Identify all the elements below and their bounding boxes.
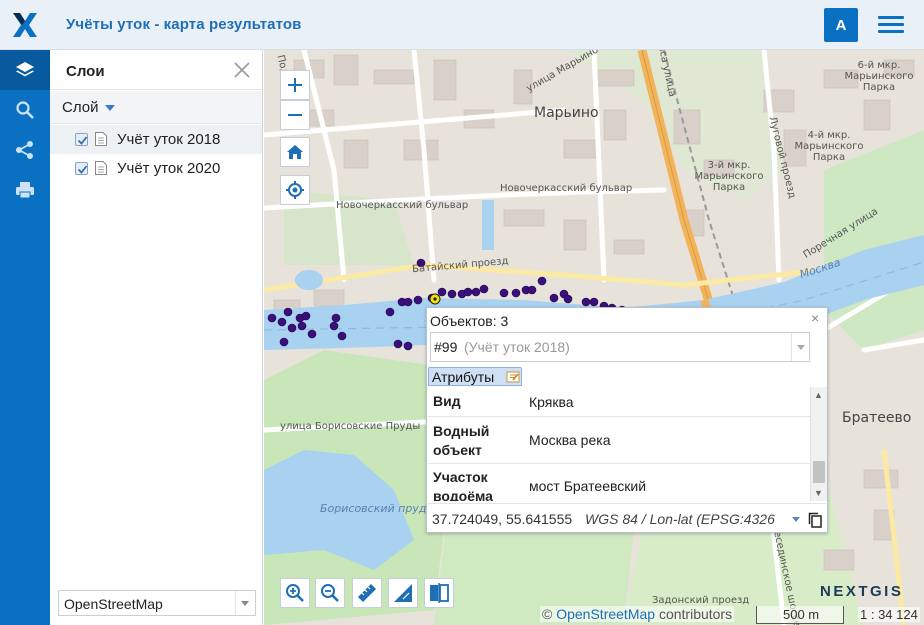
layer-checkbox[interactable]: [75, 133, 88, 146]
popup-object-count: Объектов: 3: [430, 313, 509, 329]
table-row: Водный объект Москва река: [428, 418, 812, 464]
zoom-out-icon: [321, 584, 339, 602]
map-label-street: Задонский проезд: [652, 595, 750, 606]
map-label-street: улица Борисовские Пруды: [280, 421, 421, 432]
nextgis-brand-logo: NEXTGIS: [820, 583, 904, 600]
copy-icon[interactable]: [808, 512, 822, 528]
app-header: Учёты уток - карта результатов А: [0, 0, 924, 50]
attr-value: Кряква: [529, 394, 574, 410]
area-icon: [394, 584, 412, 602]
scroll-down-icon[interactable]: ▼: [814, 488, 823, 498]
home-button[interactable]: [280, 137, 310, 167]
measure-area-button[interactable]: [388, 578, 418, 608]
layer-name: Учёт уток 2020: [117, 160, 221, 177]
layer-menu-button[interactable]: Слой: [62, 99, 98, 116]
attr-value: Москва река: [529, 432, 611, 448]
feature-layer: (Учёт уток 2018): [464, 339, 570, 355]
scale-bar: 500 m: [756, 606, 844, 624]
locate-icon: [286, 181, 304, 199]
map-label-district: Марьино: [534, 105, 599, 121]
scale-text: 500 m: [783, 607, 820, 622]
layers-panel: Слои Слой Учёт уток 2018 Учёт уток 2020 …: [50, 50, 263, 625]
map-label-street: Новочеркасский бульвар: [336, 200, 469, 211]
coordinates-value: 37.724049, 55.641555: [432, 511, 573, 527]
print-icon[interactable]: [0, 170, 50, 210]
basemap-value: OpenStreetMap: [64, 596, 163, 612]
close-icon[interactable]: [233, 61, 251, 79]
tab-attributes-label: Атрибуты: [432, 369, 495, 385]
zoom-out-button[interactable]: [280, 100, 310, 130]
chevron-down-icon[interactable]: [792, 517, 800, 522]
layers-icon[interactable]: [0, 50, 50, 90]
measure-distance-button[interactable]: [352, 578, 382, 608]
app-title: Учёты уток - карта результатов: [66, 16, 302, 33]
map-attribution: © OpenStreetMap contributors: [540, 606, 735, 622]
tab-attributes[interactable]: Атрибуты: [428, 367, 522, 386]
home-icon: [287, 145, 303, 159]
map-view[interactable]: Марьино Братеево Москва Новочеркасский б…: [264, 50, 924, 625]
layer-name: Учёт уток 2018: [117, 131, 221, 148]
map-label-district: 6-й мкр. Марьинского Парка: [844, 60, 914, 93]
feature-identify-popup: Объектов: 3 × #99 (Учёт уток 2018) Атриб…: [426, 307, 828, 533]
layer-row[interactable]: Учёт уток 2018: [50, 125, 262, 154]
chevron-down-icon[interactable]: [235, 591, 255, 615]
document-icon: [95, 161, 107, 175]
layer-checkbox[interactable]: [75, 162, 88, 175]
basemap-select[interactable]: OpenStreetMap: [58, 590, 256, 616]
layer-row[interactable]: Учёт уток 2020: [50, 154, 262, 183]
osm-link[interactable]: OpenStreetMap: [556, 606, 655, 622]
table-row: Вид Кряква: [428, 387, 812, 417]
attr-key: Вид: [433, 393, 461, 409]
ruler-icon: [358, 584, 376, 602]
attribution-suffix: contributors: [658, 606, 733, 622]
map-label-district: Братеево: [842, 410, 912, 426]
scale-ratio: 1 : 34 124: [858, 607, 920, 622]
swipe-icon: [430, 583, 449, 603]
document-icon: [95, 132, 107, 146]
user-avatar-button[interactable]: А: [824, 8, 858, 42]
attr-key: Водный объект: [433, 423, 490, 458]
map-label-street: Новочеркасский бульвар: [500, 183, 633, 194]
zoom-in-tool-button[interactable]: [280, 578, 310, 608]
panel-header: Слои: [50, 50, 262, 90]
attribution-prefix: ©: [542, 606, 553, 622]
edit-icon[interactable]: [506, 370, 520, 383]
nextgis-logo-icon[interactable]: [12, 11, 38, 39]
plus-icon: [288, 78, 302, 92]
swipe-compare-button[interactable]: [424, 578, 454, 608]
attr-key: Участок водоёма: [433, 469, 493, 501]
scroll-thumb[interactable]: [813, 461, 825, 483]
zoom-in-button[interactable]: [280, 70, 310, 100]
popup-scrollbar[interactable]: ▲ ▼: [810, 387, 827, 501]
chevron-down-icon[interactable]: [105, 105, 115, 111]
attributes-table: Вид Кряква Водный объект Москва река Уча…: [428, 387, 812, 501]
feature-id: #99: [434, 339, 458, 355]
tool-rail: [0, 50, 50, 625]
table-row: Участок водоёма мост Братеевский: [428, 465, 812, 501]
panel-title: Слои: [66, 63, 105, 80]
map-label-pond: Борисовский пруд: [320, 502, 427, 515]
scroll-up-icon[interactable]: ▲: [814, 390, 823, 400]
zoom-in-icon: [286, 584, 304, 602]
map-label-district: 3-й мкр. Марьинского Парка: [694, 160, 764, 193]
popup-close-icon[interactable]: ×: [811, 310, 819, 326]
crs-select[interactable]: WGS 84 / Lon-lat (EPSG:4326: [585, 511, 775, 527]
coordinates-bar: 37.724049, 55.641555 WGS 84 / Lon-lat (E…: [428, 503, 826, 533]
search-icon[interactable]: [0, 90, 50, 130]
layer-menu-bar: Слой: [50, 91, 262, 124]
map-label-district: 4-й мкр. Марьинского Парка: [794, 130, 864, 163]
chevron-down-icon[interactable]: [791, 333, 809, 361]
hamburger-menu-icon[interactable]: [876, 14, 906, 36]
zoom-out-tool-button[interactable]: [315, 578, 345, 608]
locate-button[interactable]: [280, 175, 310, 205]
minus-icon: [288, 114, 302, 116]
attr-value: мост Братеевский: [529, 478, 647, 494]
share-icon[interactable]: [0, 130, 50, 170]
feature-select[interactable]: #99 (Учёт уток 2018): [430, 332, 810, 362]
